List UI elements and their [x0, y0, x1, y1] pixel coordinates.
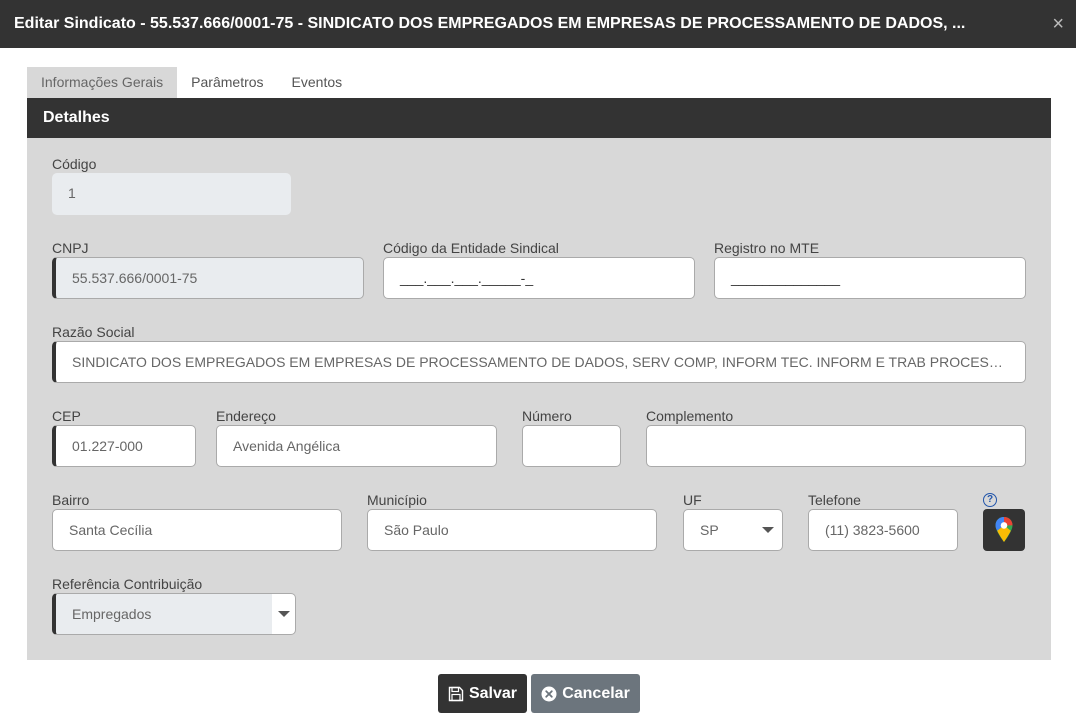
details-panel: Detalhes Código 1 CNPJ 55.537.666/0001-7…: [27, 98, 1051, 660]
cnpj-field: 55.537.666/0001-75: [52, 257, 364, 299]
bairro-label: Bairro: [52, 492, 90, 508]
uf-label: UF: [683, 492, 702, 508]
codigo-field: 1: [52, 173, 291, 215]
referencia-selected-value: Empregados: [56, 594, 272, 634]
endereco-input[interactable]: Avenida Angélica: [216, 425, 497, 467]
codigo-label: Código: [52, 156, 97, 172]
municipio-input[interactable]: São Paulo: [367, 509, 657, 551]
close-icon[interactable]: ×: [1052, 14, 1064, 34]
cep-label: CEP: [52, 408, 81, 424]
numero-input[interactable]: [522, 425, 621, 467]
cep-input[interactable]: 01.227-000: [52, 425, 196, 467]
google-maps-pin-icon: [995, 517, 1013, 542]
dialog-title: Editar Sindicato - 55.537.666/0001-75 - …: [14, 15, 966, 32]
tab-informacoes-gerais[interactable]: Informações Gerais: [27, 67, 178, 98]
referencia-label: Referência Contribuição: [52, 576, 203, 592]
section-title: Detalhes: [27, 98, 1051, 138]
numero-label: Número: [522, 408, 572, 424]
complemento-input[interactable]: [646, 425, 1026, 467]
razao-social-input[interactable]: SINDICATO DOS EMPREGADOS EM EMPRESAS DE …: [52, 341, 1026, 383]
codigo-entidade-label: Código da Entidade Sindical: [383, 240, 559, 256]
tab-bar: Informações Gerais Parâmetros Eventos: [27, 67, 356, 98]
endereco-label: Endereço: [216, 408, 276, 424]
chevron-down-icon: [278, 611, 290, 617]
tab-parametros[interactable]: Parâmetros: [177, 67, 277, 98]
razao-social-label: Razão Social: [52, 324, 135, 340]
telefone-input[interactable]: (11) 3823-5600: [808, 509, 958, 551]
chevron-down-icon: [762, 527, 774, 533]
x-circle-icon: [541, 686, 557, 701]
cancel-button[interactable]: Cancelar: [531, 674, 640, 713]
complemento-label: Complemento: [646, 408, 734, 424]
dialog-titlebar: Editar Sindicato - 55.537.666/0001-75 - …: [0, 0, 1076, 48]
telefone-label: Telefone: [808, 492, 861, 508]
bairro-input[interactable]: Santa Cecília: [52, 509, 342, 551]
municipio-label: Município: [367, 492, 427, 508]
map-button[interactable]: [983, 509, 1025, 551]
floppy-disk-icon: [448, 686, 464, 701]
cancel-button-label: Cancelar: [562, 684, 630, 702]
referencia-select[interactable]: Empregados: [52, 593, 296, 635]
uf-selected-value: SP: [700, 522, 719, 538]
registro-mte-input[interactable]: ______________: [714, 257, 1026, 299]
save-button-label: Salvar: [468, 684, 518, 702]
codigo-entidade-input[interactable]: ___.___.___._____-_: [383, 257, 695, 299]
registro-mte-label: Registro no MTE: [714, 240, 820, 256]
cnpj-label: CNPJ: [52, 240, 89, 256]
tab-eventos[interactable]: Eventos: [278, 67, 357, 98]
save-button[interactable]: Salvar: [438, 674, 527, 713]
uf-select[interactable]: SP: [683, 509, 783, 551]
help-icon[interactable]: ?: [983, 493, 997, 507]
